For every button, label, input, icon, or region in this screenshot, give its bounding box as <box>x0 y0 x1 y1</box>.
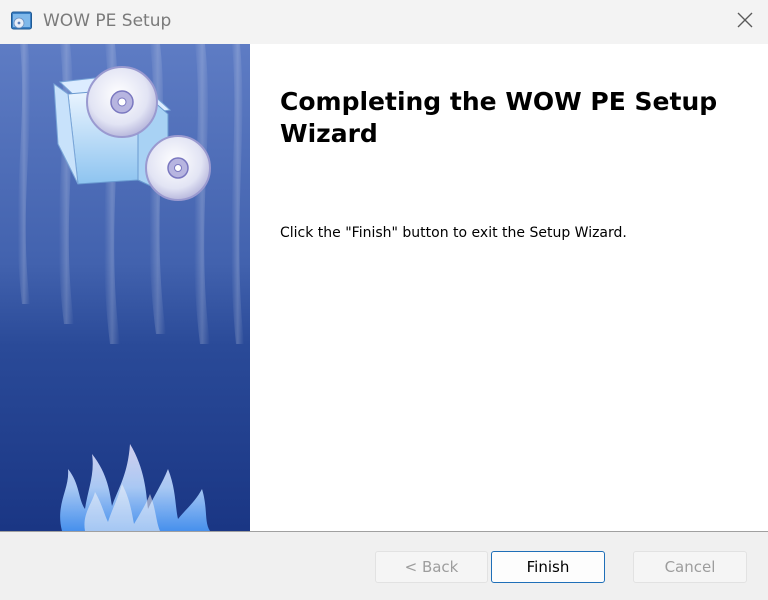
close-button[interactable] <box>722 0 768 44</box>
wizard-banner-image <box>0 44 250 531</box>
cancel-button[interactable]: Cancel <box>633 551 747 583</box>
window-title: WOW PE Setup <box>43 11 172 31</box>
back-button[interactable]: < Back <box>375 551 488 583</box>
page-title: Completing the WOW PE Setup Wizard <box>280 87 718 148</box>
setup-disc-icon <box>11 11 33 31</box>
title-bar[interactable]: WOW PE Setup <box>0 0 768 44</box>
cd-disc-icon <box>86 66 158 138</box>
wizard-content-panel: Completing the WOW PE Setup Wizard Click… <box>250 44 768 531</box>
cd-disc-icon-2 <box>145 135 211 201</box>
finish-button[interactable]: Finish <box>491 551 605 583</box>
close-icon <box>737 12 753 32</box>
button-bar: < Back Finish Cancel <box>0 532 768 600</box>
setup-window: WOW PE Setup Completing the WOW PE Setup… <box>0 0 768 600</box>
instruction-text: Click the "Finish" button to exit the Se… <box>280 225 627 241</box>
